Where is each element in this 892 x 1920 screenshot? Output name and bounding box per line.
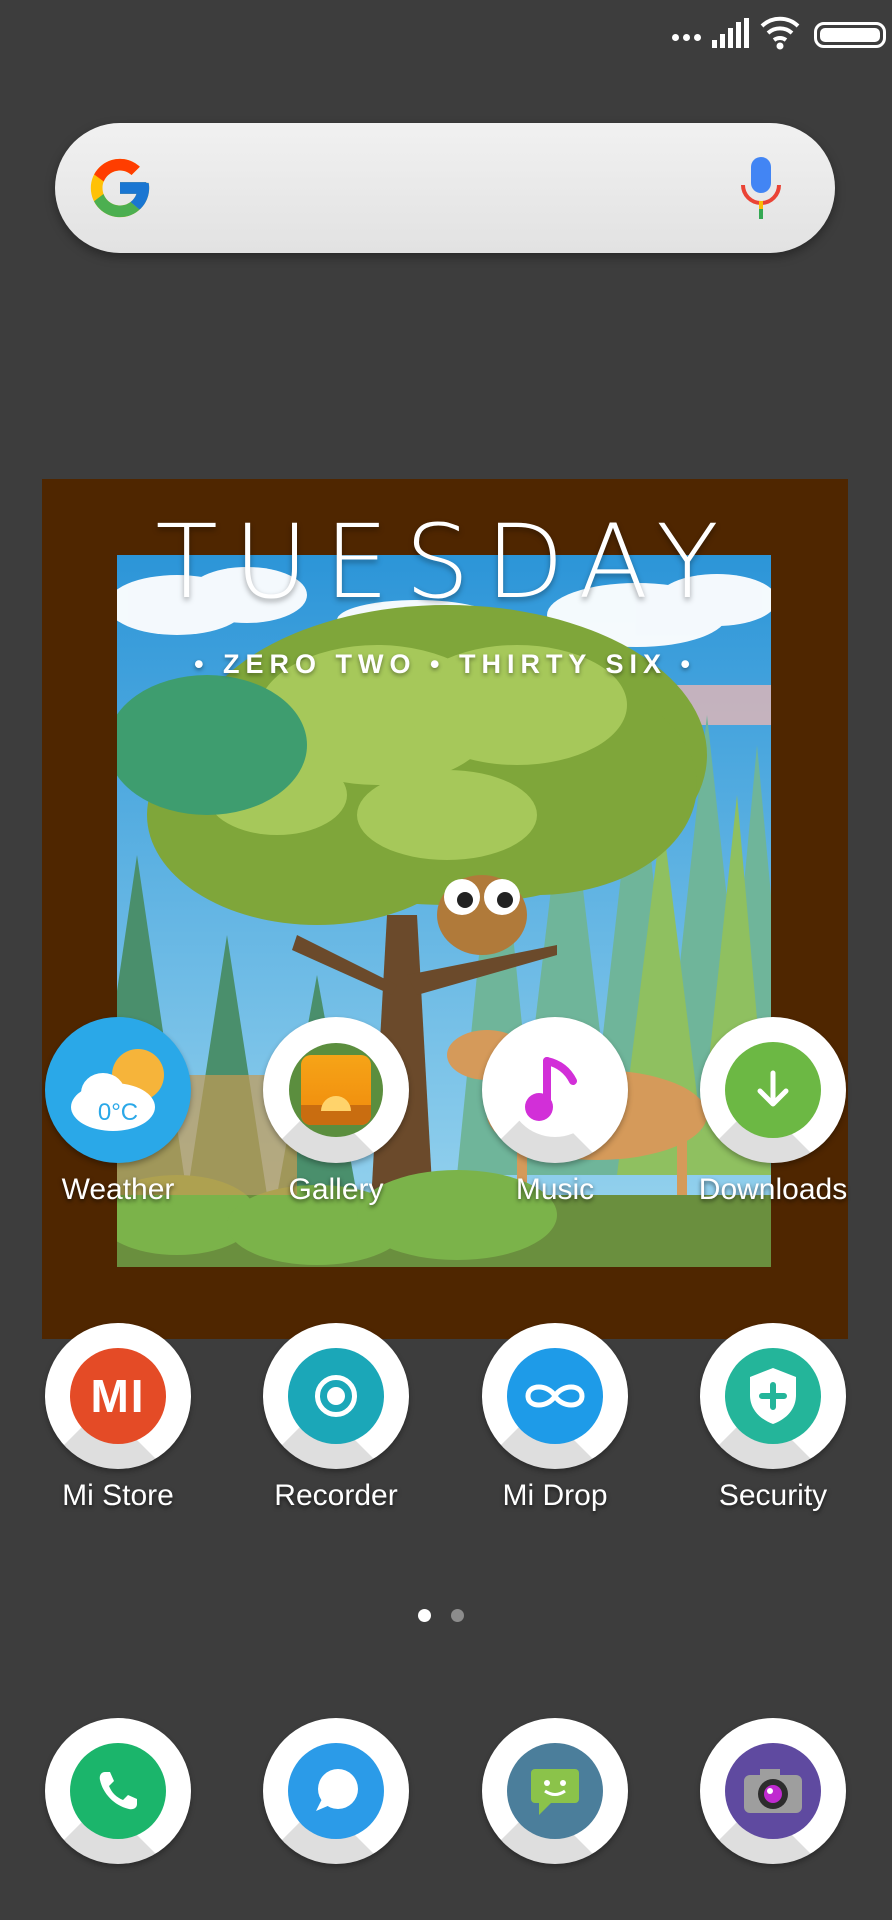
app-recorder[interactable]: Recorder [236, 1323, 436, 1513]
clock-widget[interactable]: TUESDAY • ZERO TWO • THIRTY SIX • [42, 479, 848, 1339]
shield-icon [725, 1348, 821, 1444]
dock-phone[interactable] [18, 1718, 218, 1864]
page-indicator [418, 1609, 464, 1622]
page-dot[interactable] [451, 1609, 464, 1622]
messaging-icon [507, 1743, 603, 1839]
app-gallery[interactable]: Gallery [236, 1017, 436, 1207]
app-label: Recorder [274, 1479, 398, 1512]
phone-icon [70, 1743, 166, 1839]
app-label: Downloads [698, 1173, 848, 1206]
status-bar [672, 14, 892, 54]
download-icon [725, 1042, 821, 1138]
recorder-icon [288, 1348, 384, 1444]
dock-camera[interactable] [673, 1718, 873, 1864]
app-music[interactable]: Music [455, 1017, 655, 1207]
page-dot-active[interactable] [418, 1609, 431, 1622]
wifi-icon [760, 16, 800, 50]
app-security[interactable]: Security [673, 1323, 873, 1513]
app-label: Mi Drop [502, 1479, 608, 1512]
app-label: Mi Store [62, 1479, 174, 1512]
google-logo-icon [90, 158, 150, 218]
gallery-icon [289, 1043, 383, 1137]
app-label: Music [515, 1173, 595, 1206]
app-label: Weather [61, 1173, 175, 1206]
signal-icon [712, 18, 749, 48]
app-mi-drop[interactable]: Mi Drop [455, 1323, 655, 1513]
weather-icon: 0°C [45, 1017, 191, 1163]
battery-icon [814, 22, 886, 48]
camera-icon [725, 1743, 821, 1839]
mi-logo-icon: MI [70, 1348, 166, 1444]
chat-bubble-icon [288, 1743, 384, 1839]
app-mi-store[interactable]: MI Mi Store [18, 1323, 218, 1513]
dock-messages[interactable] [236, 1718, 436, 1864]
voice-search-mic-icon[interactable] [739, 155, 783, 221]
infinity-icon [507, 1348, 603, 1444]
owl-illustration [437, 875, 527, 955]
widget-time-words: • ZERO TWO • THIRTY SIX • [194, 649, 696, 679]
music-note-icon [508, 1043, 602, 1137]
notification-dots-icon [672, 34, 701, 41]
dock-messaging[interactable] [455, 1718, 655, 1864]
app-downloads[interactable]: Downloads [673, 1017, 873, 1207]
app-label: Gallery [288, 1173, 384, 1206]
app-label: Security [718, 1479, 828, 1512]
app-weather[interactable]: 0°C Weather [18, 1017, 218, 1207]
widget-day: TUESDAY [155, 503, 735, 622]
weather-temp: 0°C [97, 1099, 139, 1126]
google-search-bar[interactable] [55, 123, 835, 253]
